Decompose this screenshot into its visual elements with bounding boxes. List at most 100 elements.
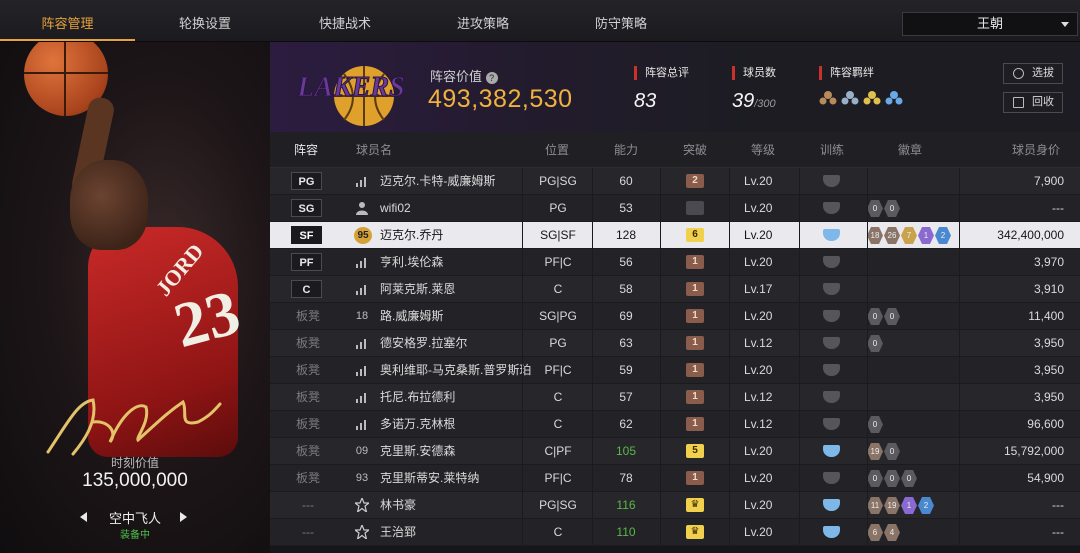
training-icon[interactable] [823, 526, 840, 538]
training-icon[interactable] [823, 337, 840, 349]
column-divider [522, 276, 523, 303]
tab-quick-tactics[interactable]: 快捷战术 [280, 0, 410, 41]
tab-offense[interactable]: 进攻策略 [418, 0, 548, 41]
table-row[interactable]: --- 王治郅 C 110 ♛ Lv.20 6 4 --- [270, 519, 1080, 546]
player-name[interactable]: 多诺万.克林根 [380, 411, 455, 437]
player-position: PF|C [544, 471, 572, 485]
bond-blue-icon[interactable] [885, 90, 903, 106]
lineup-value-title: 阵容价值 ? [430, 66, 498, 85]
table-row[interactable]: 板凳 93 克里斯蒂安.莱特纳 PF|C 78 1 Lv.20 0 0 0 54,900 [270, 465, 1080, 492]
col-breakthrough[interactable]: 突破 [683, 132, 707, 168]
column-divider [729, 438, 730, 465]
table-row[interactable]: PF 亨利.埃伦森 PF|C 56 1 Lv.20 3,970 [270, 249, 1080, 276]
player-ability: 53 [619, 201, 633, 215]
player-name[interactable]: 阿莱克斯.莱恩 [380, 276, 455, 302]
training-icon[interactable] [823, 256, 840, 268]
training-icon[interactable] [823, 364, 840, 376]
bond-silver-icon[interactable] [841, 90, 859, 106]
column-divider [799, 438, 800, 465]
column-divider [592, 438, 593, 465]
training-icon[interactable] [823, 472, 840, 484]
training-icon[interactable] [823, 175, 840, 187]
column-divider [729, 465, 730, 492]
column-divider [799, 168, 800, 195]
player-name[interactable]: 亨利.埃伦森 [380, 249, 443, 275]
player-position: C [553, 282, 563, 296]
table-row[interactable]: SG wifi02 PG 53 Lv.20 0 0 --- [270, 195, 1080, 222]
team-select[interactable]: 王朝 [902, 12, 1078, 36]
table-row[interactable]: C 阿莱克斯.莱恩 C 58 1 Lv.17 3,910 [270, 276, 1080, 303]
player-name[interactable]: 克里斯.安德森 [380, 438, 455, 464]
training-icon[interactable] [823, 283, 840, 295]
table-row[interactable]: 板凳 奥利维耶-马克桑斯.普罗斯珀 PF|C 59 1 Lv.20 3,950 [270, 357, 1080, 384]
col-position[interactable]: 位置 [545, 132, 569, 168]
training-icon[interactable] [823, 229, 840, 241]
col-badges[interactable]: 徽章 [898, 132, 922, 168]
player-position: C [553, 525, 563, 539]
player-name[interactable]: 路.威廉姆斯 [380, 303, 443, 329]
training-icon[interactable] [823, 202, 840, 214]
bond-gold-icon[interactable] [863, 90, 881, 106]
draft-button[interactable]: 选拔 [1003, 63, 1063, 84]
help-icon[interactable]: ? [485, 72, 498, 84]
rating-bars-icon [355, 363, 369, 377]
bond-icons[interactable] [819, 90, 903, 106]
rating-value: 83 [634, 90, 657, 112]
player-name[interactable]: 克里斯蒂安.莱特纳 [380, 465, 479, 491]
lineup-value: 493,382,530 [428, 85, 573, 113]
column-divider [729, 519, 730, 546]
col-slot[interactable]: 阵容 [294, 132, 318, 168]
player-name[interactable]: 德安格罗.拉塞尔 [380, 330, 467, 356]
recycle-button[interactable]: 回收 [1003, 92, 1063, 113]
training-icon[interactable] [823, 445, 840, 457]
svg-text:LAKERS: LAKERS [296, 72, 404, 103]
tab-lineup[interactable]: 阵容管理 [0, 0, 135, 41]
table-row[interactable]: PG 迈克尔.卡特-威廉姆斯 PG|SG 60 2 Lv.20 7,900 [270, 168, 1080, 195]
player-level: Lv.20 [744, 309, 773, 323]
table-row[interactable]: 板凳 18 路.威廉姆斯 SG|PG 69 1 Lv.20 0 0 11,400 [270, 303, 1080, 330]
breakthrough-badge: 1 [686, 417, 704, 431]
table-row[interactable]: 板凳 多诺万.克林根 C 62 1 Lv.12 0 96,600 [270, 411, 1080, 438]
training-icon[interactable] [823, 391, 840, 403]
badge-list: 11 19 1 2 [867, 497, 934, 514]
table-row[interactable]: 板凳 德安格罗.拉塞尔 PG 63 1 Lv.12 0 3,950 [270, 330, 1080, 357]
training-icon[interactable] [823, 499, 840, 511]
training-icon[interactable] [823, 418, 840, 430]
column-divider [592, 384, 593, 411]
player-level: Lv.20 [744, 498, 773, 512]
next-arrow-icon[interactable] [180, 512, 187, 522]
badge-list: 18 26 7 1 2 [867, 227, 951, 244]
column-divider [729, 249, 730, 276]
player-name[interactable]: 迈克尔.乔丹 [380, 222, 443, 248]
column-divider [867, 357, 868, 384]
bond-brown-icon[interactable] [819, 90, 837, 106]
col-price[interactable]: 球员身价 [1012, 132, 1060, 168]
player-name[interactable]: 王治郅 [380, 519, 416, 545]
col-level[interactable]: 等级 [751, 132, 775, 168]
table-row[interactable]: SF 95 迈克尔.乔丹 SG|SF 128 6 Lv.20 18 26 7 1 2 342,400,0… [270, 222, 1080, 249]
slot-label: 板凳 [295, 336, 320, 350]
column-divider [799, 276, 800, 303]
col-training[interactable]: 训练 [820, 132, 844, 168]
table-row[interactable]: --- 林书豪 PG|SG 116 ♛ Lv.20 11 19 1 2 --- [270, 492, 1080, 519]
training-icon[interactable] [823, 310, 840, 322]
column-divider [522, 438, 523, 465]
player-name[interactable]: 林书豪 [380, 492, 416, 518]
player-name[interactable]: 奥利维耶-马克桑斯.普罗斯珀 [380, 357, 531, 383]
tab-defense[interactable]: 防守策略 [556, 0, 686, 41]
column-divider [660, 357, 661, 384]
table-row[interactable]: 板凳 09 克里斯.安德森 C|PF 105 5 Lv.20 19 0 15,792,000 [270, 438, 1080, 465]
person-icon [355, 201, 369, 215]
tab-rotation[interactable]: 轮换设置 [140, 0, 270, 41]
player-position: C [553, 417, 563, 431]
col-ability[interactable]: 能力 [614, 132, 638, 168]
col-name[interactable]: 球员名 [356, 132, 392, 168]
player-price: 96,600 [1027, 417, 1064, 431]
table-row[interactable]: 板凳 托尼.布拉德利 C 57 1 Lv.12 3,950 [270, 384, 1080, 411]
star-icon [353, 523, 371, 541]
player-name[interactable]: wifi02 [380, 195, 411, 221]
player-name[interactable]: 迈克尔.卡特-威廉姆斯 [380, 168, 495, 194]
column-divider [522, 249, 523, 276]
column-divider [592, 357, 593, 384]
player-name[interactable]: 托尼.布拉德利 [380, 384, 455, 410]
